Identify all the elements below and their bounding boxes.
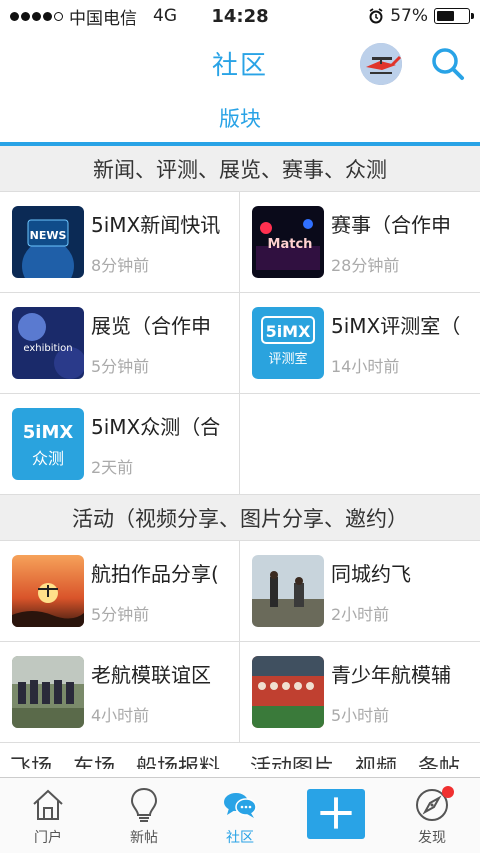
board-item-veteran-club[interactable]: 老航模联谊区 4小时前: [0, 642, 240, 743]
board-last-post-time: 14小时前: [331, 356, 400, 376]
tab-boards[interactable]: 版块: [219, 103, 261, 133]
board-item-match[interactable]: Match 赛事（合作申 28分钟前: [240, 192, 480, 293]
house-icon: [33, 789, 63, 820]
board-item-aerial-share[interactable]: 航拍作品分享( 5分钟前: [0, 541, 240, 642]
board-thumbnail: [252, 656, 324, 728]
tab-bar: 门户 新帖 社区 发现: [0, 777, 480, 853]
board-name: 展览（合作申: [91, 313, 211, 338]
search-button[interactable]: [430, 46, 466, 82]
board-thumbnail: [252, 555, 324, 627]
tab-label: 新帖: [130, 830, 158, 846]
board-name: 同城约飞: [331, 561, 411, 586]
tab-portal[interactable]: 门户: [0, 778, 96, 853]
alarm-icon: [369, 8, 383, 24]
board-name: 5iMX众测（合: [91, 414, 221, 439]
svg-text:NEWS: NEWS: [30, 229, 67, 242]
board-name: 5iMX评测室（: [331, 313, 461, 338]
network-type: 4G: [153, 6, 177, 26]
board-last-post-time: 4小时前: [91, 705, 150, 725]
board-last-post-time: 2天前: [91, 457, 134, 477]
tab-new-post-plus[interactable]: [288, 778, 384, 853]
page-title: 社区: [211, 50, 268, 81]
signal-icon: [10, 11, 63, 21]
status-bar: 中国电信 4G 14:28 57%: [0, 0, 480, 32]
svg-text:评测室: 评测室: [268, 351, 307, 367]
carrier: 中国电信: [69, 8, 137, 29]
board-thumbnail: 5iMX 评测室: [252, 307, 324, 379]
section-header: 新闻、评测、展览、赛事、众测: [0, 146, 480, 192]
board-thumbnail: NEWS: [12, 206, 84, 278]
partial-board-name[interactable]: 活动图片、视频、条帖: [240, 743, 480, 769]
tab-discover[interactable]: 发现: [384, 778, 480, 853]
board-name: 5iMX新闻快讯: [91, 212, 221, 237]
chat-bubbles-icon: [224, 793, 257, 818]
board-name: 青少年航模辅: [331, 662, 451, 687]
tab-label: 社区: [226, 830, 254, 846]
board-last-post-time: 5小时前: [331, 705, 390, 725]
board-name: 老航模联谊区: [91, 662, 211, 687]
board-last-post-time: 5分钟前: [91, 604, 150, 624]
battery-icon: [434, 8, 474, 24]
board-last-post-time: 2小时前: [331, 604, 390, 624]
tab-label: 发现: [418, 830, 446, 846]
board-thumbnail: Match: [252, 206, 324, 278]
board-grid: 航拍作品分享( 5分钟前 同城约飞 2小时前 老航模联谊区 4小时前 青少年航模…: [0, 541, 480, 743]
partial-section-row: 飞场、车场、船场报料 活动图片、视频、条帖: [0, 743, 480, 769]
board-item-local-meetup[interactable]: 同城约飞 2小时前: [240, 541, 480, 642]
empty-cell: [240, 394, 480, 495]
board-last-post-time: 5分钟前: [91, 356, 150, 376]
tab-label: 门户: [34, 830, 62, 846]
board-name: 航拍作品分享(: [91, 561, 219, 586]
lightbulb-icon: [130, 787, 158, 822]
board-grid: NEWS 5iMX新闻快讯 8分钟前 Match 赛事（合作申 28分钟前 ex…: [0, 192, 480, 495]
board-item-review[interactable]: 5iMX 评测室 5iMX评测室（ 14小时前: [240, 293, 480, 394]
svg-text:Match: Match: [268, 237, 313, 252]
board-name: 赛事（合作申: [331, 212, 451, 237]
tab-community[interactable]: 社区: [192, 778, 288, 853]
battery-percent: 57%: [390, 6, 428, 26]
board-item-exhibition[interactable]: exhibition 展览（合作申 5分钟前: [0, 293, 240, 394]
sub-tabs: 版块: [0, 94, 480, 146]
user-avatar[interactable]: [360, 43, 402, 85]
svg-text:exhibition: exhibition: [23, 343, 72, 354]
section-header: 活动（视频分享、图片分享、邀约）: [0, 495, 480, 541]
nav-bar: 社区: [0, 32, 480, 94]
partial-board-name[interactable]: 飞场、车场、船场报料: [0, 743, 240, 769]
board-item-news[interactable]: NEWS 5iMX新闻快讯 8分钟前: [0, 192, 240, 293]
board-thumbnail: 5iMX 众测: [12, 408, 84, 480]
board-thumbnail: [12, 555, 84, 627]
board-thumbnail: exhibition: [12, 307, 84, 379]
board-item-youth-coaching[interactable]: 青少年航模辅 5小时前: [240, 642, 480, 743]
search-icon: [432, 48, 464, 80]
board-item-crowdtest[interactable]: 5iMX 众测 5iMX众测（合 2天前: [0, 394, 240, 495]
plus-icon: [307, 789, 365, 839]
board-thumbnail: [12, 656, 84, 728]
board-last-post-time: 8分钟前: [91, 255, 150, 275]
svg-text:5iMX: 5iMX: [23, 422, 74, 443]
notification-badge: [442, 786, 454, 798]
tab-new-posts[interactable]: 新帖: [96, 778, 192, 853]
svg-text:众测: 众测: [32, 449, 64, 468]
svg-text:5iMX: 5iMX: [266, 322, 312, 341]
board-last-post-time: 28分钟前: [331, 255, 400, 275]
